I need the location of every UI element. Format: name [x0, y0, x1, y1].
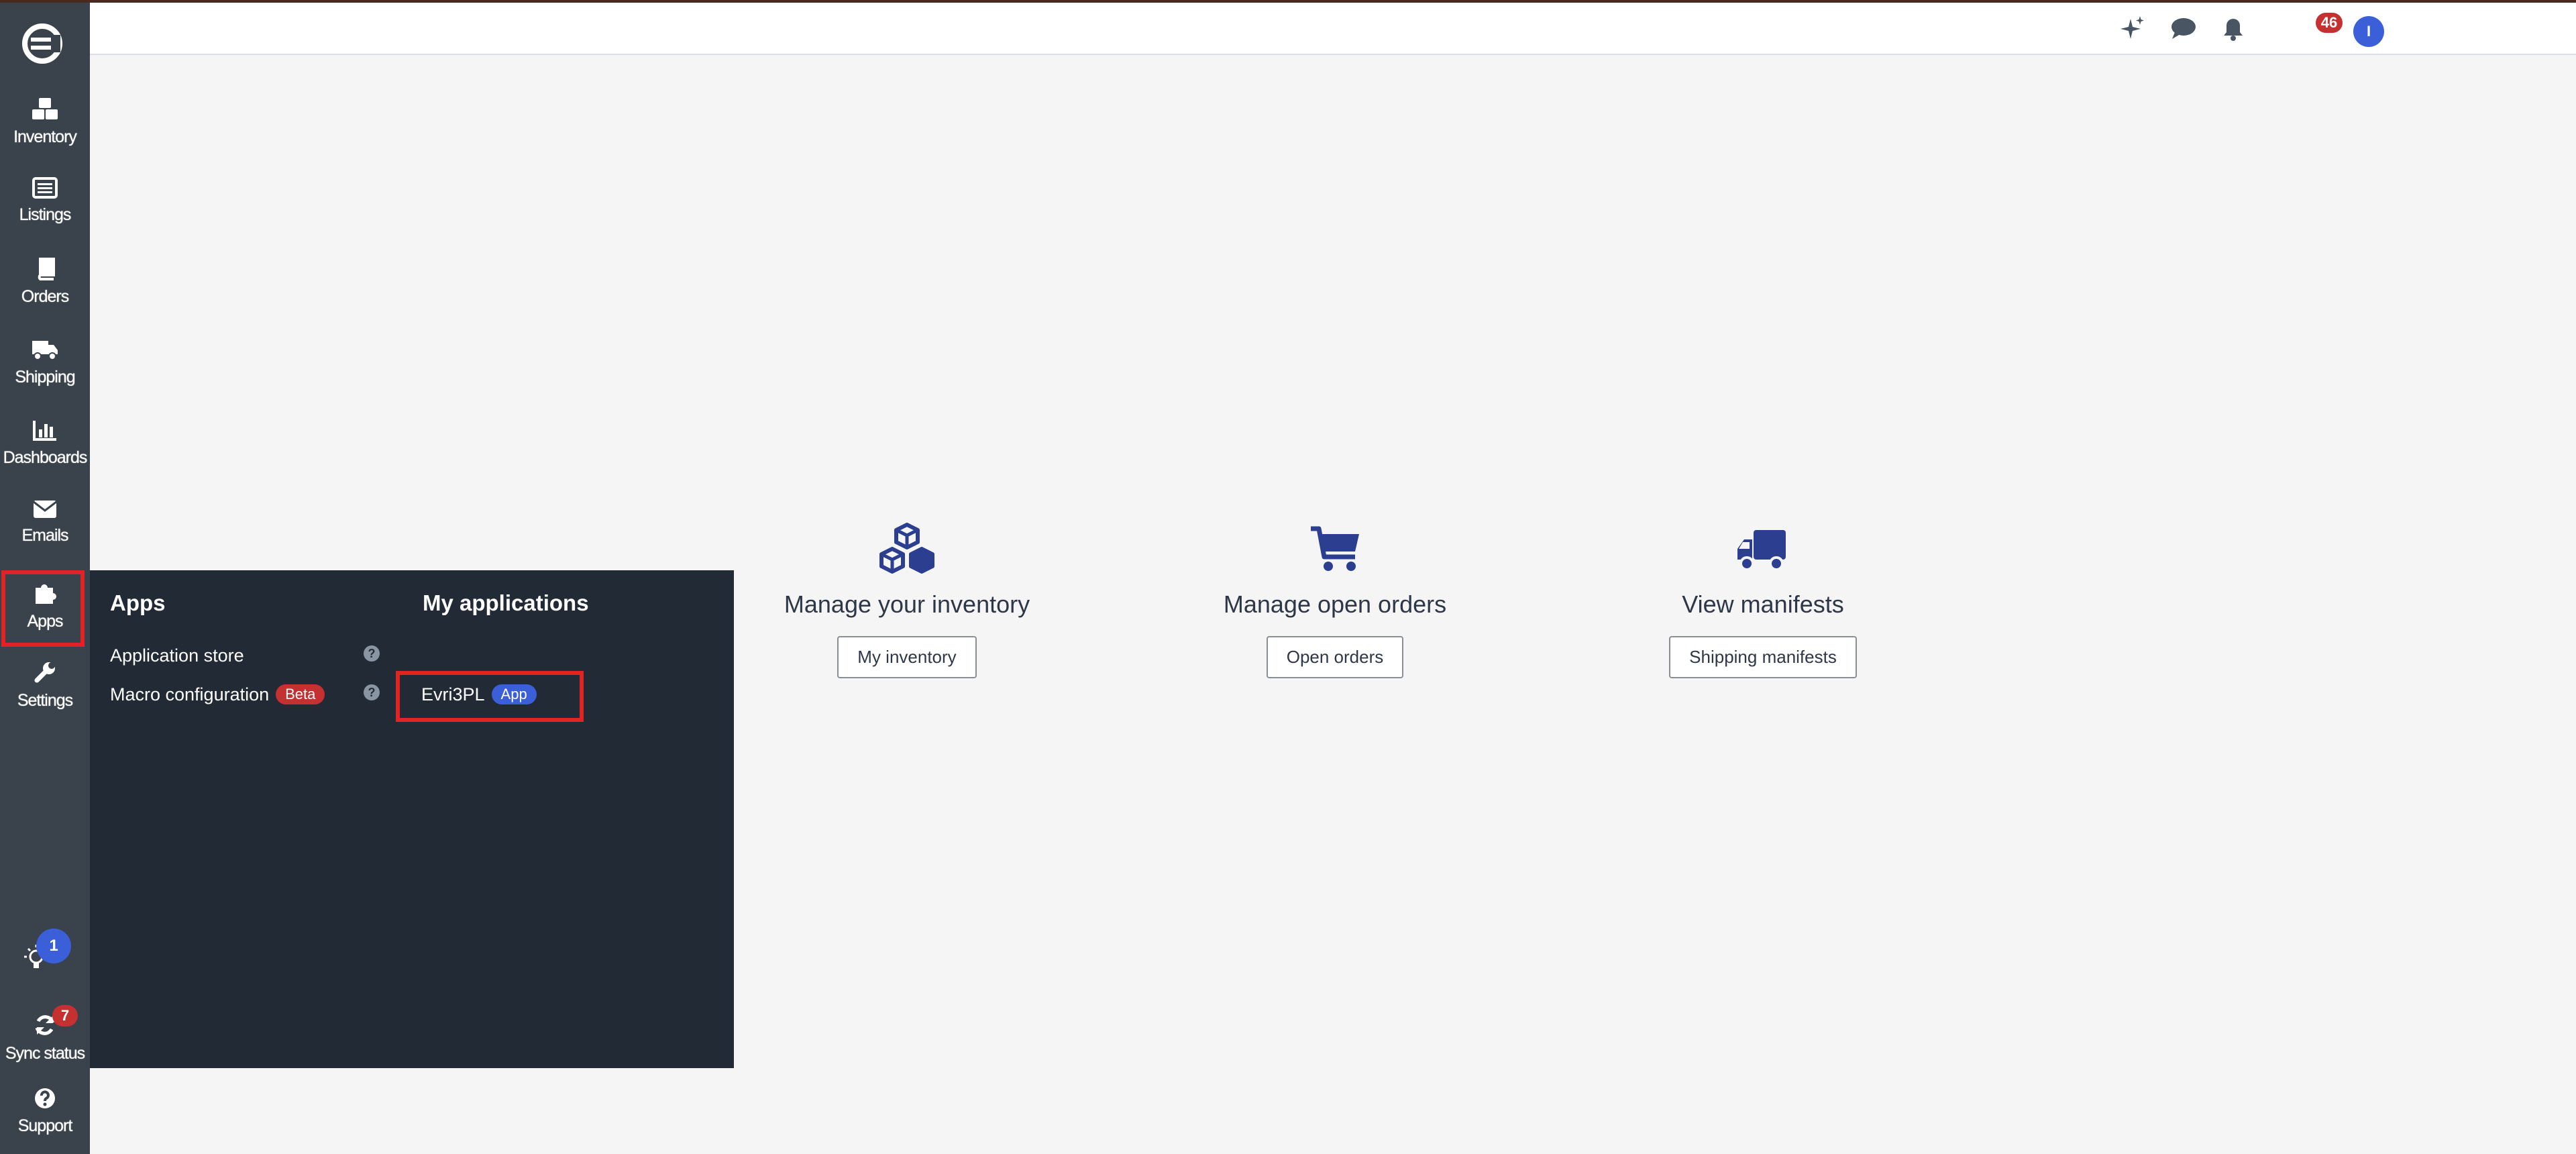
cubes-icon	[879, 523, 934, 574]
sidebar-item-label: Settings	[17, 691, 73, 710]
sidebar-item-inventory[interactable]: Inventory	[0, 86, 90, 164]
sidebar-item-label: Support	[17, 1116, 73, 1135]
help-circle-icon	[35, 1088, 55, 1108]
shortcut-title: Manage open orders	[1223, 590, 1447, 618]
evri3pl-highlight-box	[396, 671, 584, 722]
help-icon[interactable]: ?	[364, 645, 380, 662]
app-logo[interactable]	[0, 21, 90, 66]
top-bar: 46 I	[90, 3, 2576, 55]
list-icon	[32, 177, 58, 199]
shortcut-title: Manage your inventory	[784, 590, 1030, 618]
apps-highlight-box	[1, 570, 85, 647]
shortcut-orders: Manage open orders Open orders	[1181, 522, 1489, 678]
sidebar-item-label: Emails	[21, 526, 68, 545]
shortcut-inventory: Manage your inventory My inventory	[753, 522, 1061, 678]
sidebar-item-label: Sync status	[5, 1044, 85, 1063]
sidebar-item-tips[interactable]: 1	[0, 929, 90, 996]
sparkle-icon[interactable]	[2116, 12, 2149, 46]
envelope-icon	[33, 501, 57, 518]
apps-heading: Apps	[110, 590, 166, 615]
sidebar-item-emails[interactable]: Emails	[0, 488, 90, 566]
truck-icon	[32, 341, 58, 360]
open-orders-button[interactable]: Open orders	[1266, 636, 1404, 678]
user-avatar[interactable]: I	[2353, 16, 2384, 47]
sidebar-item-label: Inventory	[13, 127, 77, 146]
wrench-icon	[34, 662, 55, 683]
truck-icon	[1737, 530, 1786, 571]
notification-count-badge: 46	[2316, 13, 2343, 33]
bell-icon[interactable]	[2216, 12, 2250, 46]
sidebar-item-label: Shipping	[15, 368, 75, 386]
my-applications-heading: My applications	[423, 590, 589, 615]
book-icon	[38, 258, 55, 280]
my-inventory-button[interactable]: My inventory	[837, 636, 977, 678]
boxes-icon	[32, 98, 58, 119]
bar-chart-icon	[33, 421, 56, 441]
macro-configuration-link[interactable]: Macro configuration Beta	[110, 684, 325, 705]
sidebar-item-listings[interactable]: Listings	[0, 166, 90, 244]
sidebar-item-settings[interactable]: Settings	[0, 649, 90, 727]
beta-badge: Beta	[276, 684, 325, 704]
chat-icon[interactable]	[2167, 12, 2200, 46]
help-icon[interactable]: ?	[364, 684, 380, 700]
shipping-manifests-button[interactable]: Shipping manifests	[1669, 636, 1857, 678]
shopping-cart-icon	[1311, 526, 1359, 571]
shortcut-title: View manifests	[1682, 590, 1844, 618]
macro-configuration-label: Macro configuration	[110, 684, 270, 704]
sidebar-item-orders[interactable]: Orders	[0, 247, 90, 325]
shortcut-manifests: View manifests Shipping manifests	[1609, 522, 1917, 678]
tips-count-badge: 1	[36, 929, 71, 963]
application-store-link[interactable]: Application store	[110, 645, 244, 666]
sidebar-item-support[interactable]: Support	[0, 1076, 90, 1154]
logo-icon	[22, 23, 62, 64]
apps-flyout-panel: Apps My applications Application store ?…	[90, 570, 734, 1068]
sidebar-item-shipping[interactable]: Shipping	[0, 327, 90, 405]
sidebar-item-label: Orders	[21, 287, 69, 306]
sidebar-item-label: Dashboards	[3, 448, 88, 467]
sidebar-item-label: Listings	[19, 205, 72, 224]
sidebar-item-sync-status[interactable]: Sync status 7	[0, 1002, 90, 1080]
sync-count-badge: 7	[52, 1005, 78, 1027]
sidebar-item-dashboards[interactable]: Dashboards	[0, 408, 90, 486]
